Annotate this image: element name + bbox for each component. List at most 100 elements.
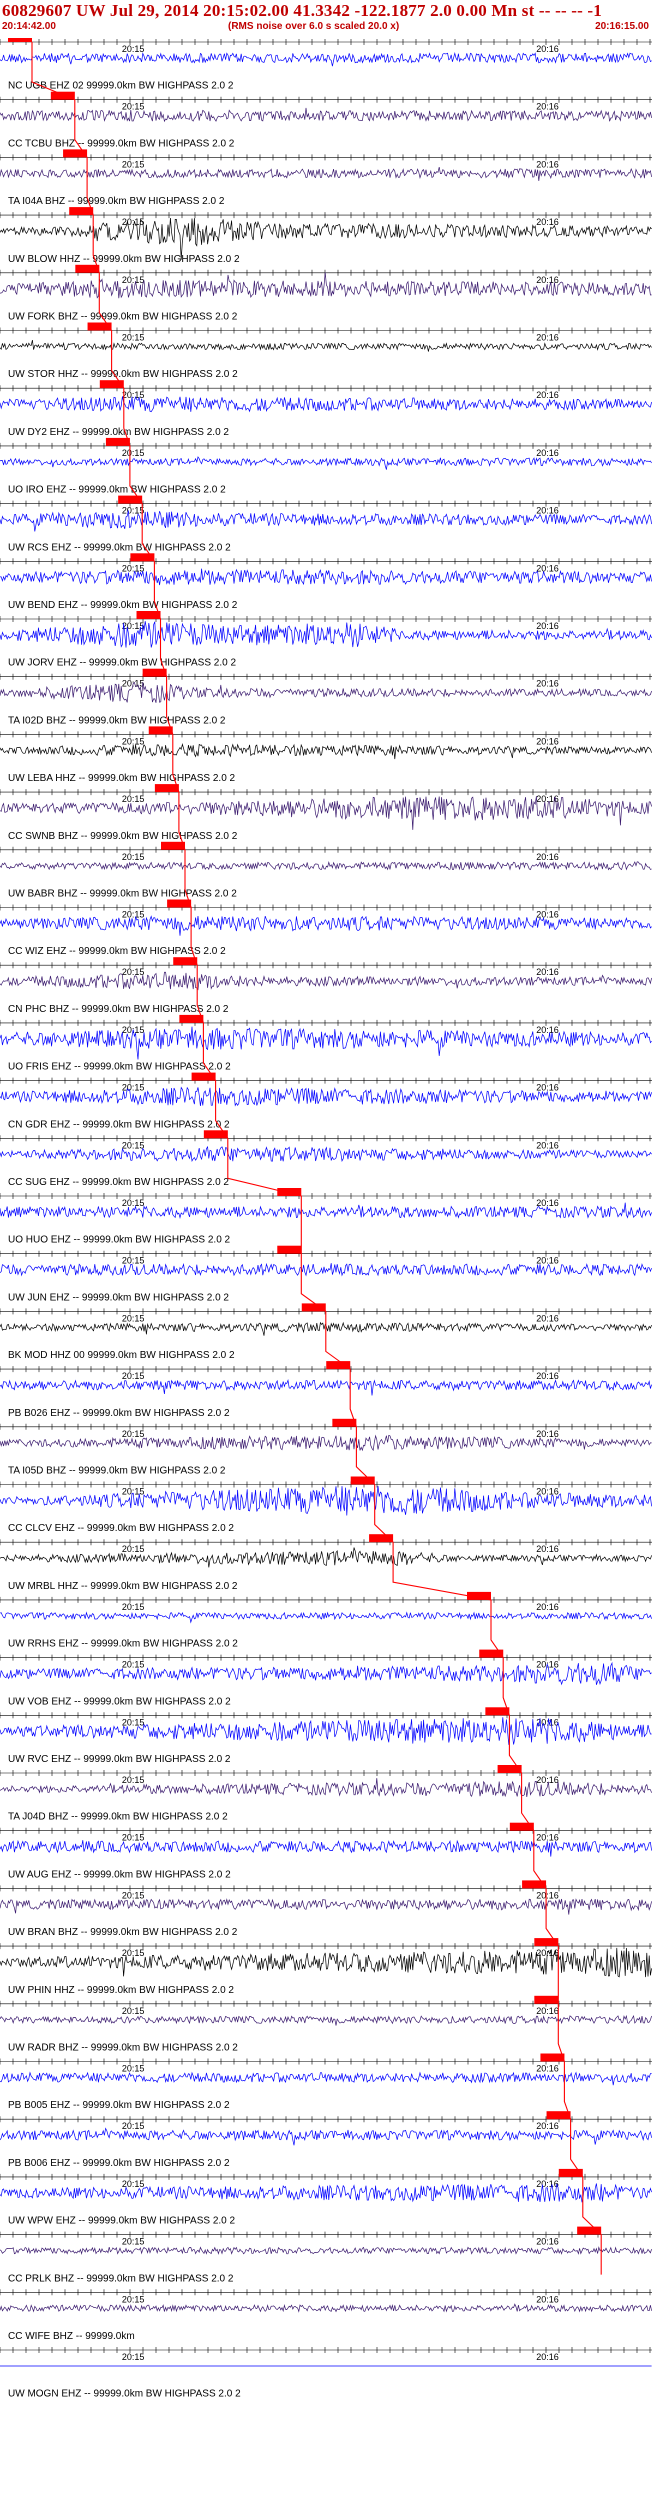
start-time: 20:14:42.00 (2, 21, 56, 32)
time-label: 20:15 (122, 2352, 145, 2362)
pick-marker (118, 495, 143, 504)
time-label: 20:15 (122, 2179, 145, 2189)
time-label: 20:16 (536, 1775, 559, 1785)
time-label: 20:16 (536, 2121, 559, 2131)
time-label: 20:16 (536, 1544, 559, 1554)
station-label: UW DY2 EHZ -- 99999.0km BW HIGHPASS 2.0 … (8, 427, 229, 438)
pick-marker (546, 2111, 571, 2120)
station-label: TA J04D BHZ -- 99999.0km BW HIGHPASS 2.0… (8, 1812, 228, 1823)
waveform (0, 1898, 652, 1915)
waveform (0, 2014, 652, 2026)
time-label: 20:16 (536, 2294, 559, 2304)
time-label: 20:16 (536, 448, 559, 458)
station-label: CC PRLK BHZ -- 99999.0km BW HIGHPASS 2.0… (8, 2273, 234, 2284)
time-label: 20:15 (122, 967, 145, 977)
time-label: 20:16 (536, 2064, 559, 2074)
waveform (0, 2246, 652, 2255)
pick-marker (509, 1822, 534, 1831)
pick-marker (87, 322, 112, 331)
station-label: UO IRO EHZ -- 99999.0km BW HIGHPASS 2.0 … (8, 485, 226, 496)
pick-marker (136, 611, 161, 619)
station-label: UW BRAN BHZ -- 99999.0km BW HIGHPASS 2.0… (8, 1927, 238, 1938)
time-label: 20:15 (122, 217, 145, 227)
time-label: 20:15 (122, 44, 145, 54)
station-label: PB B006 EHZ -- 99999.0km BW HIGHPASS 2.0… (8, 2158, 230, 2169)
time-label: 20:15 (122, 1660, 145, 1670)
time-label: 20:16 (536, 102, 559, 112)
waveform (0, 456, 652, 470)
station-label: UW STOR HHZ -- 99999.0km BW HIGHPASS 2.0… (8, 369, 238, 380)
station-label: CC WIFE BHZ -- 99999.0km (8, 2331, 135, 2342)
waveform (0, 52, 652, 67)
time-label: 20:16 (536, 2237, 559, 2247)
record-header: 60829607 UW Jul 29, 2014 20:15:02.00 41.… (0, 0, 652, 38)
station-label: CN GDR EHZ -- 99999.0km BW HIGHPASS 2.0 … (8, 1119, 230, 1130)
time-label: 20:15 (122, 506, 145, 516)
scaling-note: (RMS noise over 6.0 s scaled 20.0 x) (228, 21, 400, 32)
pick-marker (326, 1361, 351, 1370)
station-label: UW BEND EHZ -- 99999.0km BW HIGHPASS 2.0… (8, 600, 238, 611)
time-label: 20:16 (536, 1140, 559, 1150)
time-label: 20:16 (536, 736, 559, 746)
pick-marker (8, 38, 32, 42)
station-label: TA I04A BHZ -- 99999.0km BW HIGHPASS 2.0… (8, 196, 225, 207)
station-label: UW AUG EHZ -- 99999.0km BW HIGHPASS 2.0 … (8, 1869, 231, 1880)
time-label: 20:15 (122, 390, 145, 400)
station-label: UW BLOW HHZ -- 99999.0km BW HIGHPASS 2.0… (8, 254, 240, 265)
station-label: UW RRHS EHZ -- 99999.0km BW HIGHPASS 2.0… (8, 1639, 238, 1650)
station-label: BK MOD HHZ 00 99999.0km BW HIGHPASS 2.0 … (8, 1350, 235, 1361)
time-label: 20:15 (122, 448, 145, 458)
time-label: 20:16 (536, 506, 559, 516)
station-label: CC SWNB BHZ -- 99999.0km BW HIGHPASS 2.0… (8, 831, 238, 842)
pick-marker (277, 1245, 302, 1254)
time-label: 20:15 (122, 563, 145, 573)
pick-marker (142, 668, 167, 677)
pick-marker (130, 553, 155, 562)
time-label: 20:15 (122, 1140, 145, 1150)
pick-marker (534, 1995, 559, 2004)
station-label: UO FRIS EHZ -- 99999.0km BW HIGHPASS 2.0… (8, 1062, 231, 1073)
pick-marker (534, 1938, 559, 1947)
station-label: UW VOB EHZ -- 99999.0km BW HIGHPASS 2.0 … (8, 1696, 231, 1707)
pick-marker (558, 2168, 583, 2177)
pick-marker (154, 784, 179, 793)
pick-marker (479, 1649, 504, 1658)
time-label: 20:15 (122, 1371, 145, 1381)
time-label: 20:15 (122, 333, 145, 343)
time-label: 20:16 (536, 2352, 559, 2362)
station-label: UW JORV EHZ -- 99999.0km BW HIGHPASS 2.0… (8, 658, 236, 669)
time-label: 20:16 (536, 333, 559, 343)
pick-marker (332, 1418, 357, 1427)
time-label: 20:15 (122, 1429, 145, 1439)
pick-marker (167, 899, 192, 908)
time-label: 20:15 (122, 736, 145, 746)
time-label: 20:15 (122, 852, 145, 862)
pick-marker (485, 1707, 510, 1716)
station-label: UW RCS EHZ -- 99999.0km BW HIGHPASS 2.0 … (8, 542, 231, 553)
time-label: 20:16 (536, 563, 559, 573)
time-label: 20:15 (122, 1717, 145, 1727)
time-label: 20:16 (536, 852, 559, 862)
station-label: UW JUN EHZ -- 99999.0km BW HIGHPASS 2.0 … (8, 1292, 229, 1303)
station-label: UW MOGN EHZ -- 99999.0km BW HIGHPASS 2.0… (8, 2389, 241, 2400)
pick-marker (148, 726, 173, 735)
station-label: UO HUO EHZ -- 99999.0km BW HIGHPASS 2.0 … (8, 1235, 231, 1246)
station-label: PB B005 EHZ -- 99999.0km BW HIGHPASS 2.0… (8, 2100, 230, 2111)
seismogram-traces: 20:15 20:16NC UGB EHZ 02 99999.0km BW HIG… (0, 38, 652, 2400)
station-label: PB B026 EHZ -- 99999.0km BW HIGHPASS 2.0… (8, 1408, 230, 1419)
time-label: 20:16 (536, 1429, 559, 1439)
time-label: 20:15 (122, 1083, 145, 1093)
time-label: 20:15 (122, 1313, 145, 1323)
waveform (0, 796, 652, 830)
waveform (0, 1379, 652, 1396)
pick-marker (99, 380, 124, 389)
time-label: 20:16 (536, 679, 559, 689)
station-label: UW BABR BHZ -- 99999.0km BW HIGHPASS 2.0… (8, 889, 237, 900)
waveform (0, 860, 652, 871)
time-label: 20:15 (122, 2064, 145, 2074)
time-label: 20:15 (122, 1544, 145, 1554)
waveform (0, 2303, 652, 2313)
time-label: 20:16 (536, 2006, 559, 2016)
time-label: 20:15 (122, 275, 145, 285)
time-label: 20:15 (122, 1256, 145, 1266)
